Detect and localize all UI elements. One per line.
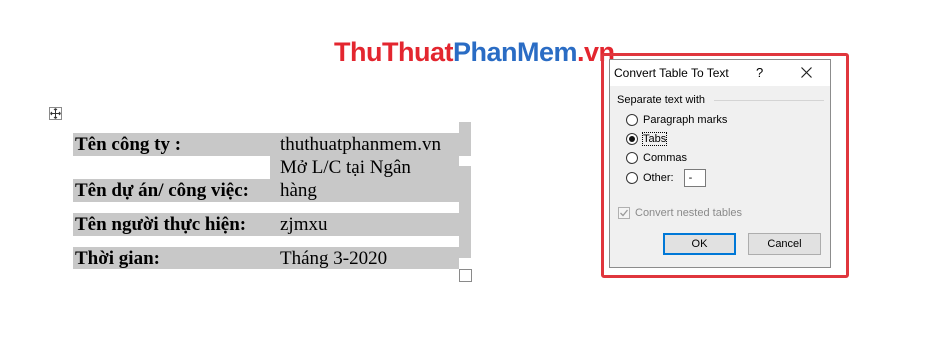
table-resize-handle[interactable] — [459, 269, 472, 282]
nested-tables-label: Convert nested tables — [635, 207, 743, 219]
radio-other[interactable] — [626, 172, 638, 184]
convert-nested-tables-row: Convert nested tables — [618, 207, 742, 219]
table-shade — [459, 166, 471, 202]
dialog-title: Convert Table To Text — [614, 66, 729, 80]
other-separator-input[interactable]: - — [683, 169, 706, 187]
option-label: Commas — [643, 152, 688, 164]
radio-paragraph-marks[interactable] — [626, 114, 638, 126]
table-move-handle-icon[interactable] — [49, 107, 62, 120]
ok-button[interactable]: OK — [663, 233, 736, 255]
cancel-button[interactable]: Cancel — [748, 233, 821, 255]
option-paragraph-marks[interactable]: Paragraph marks — [626, 112, 727, 128]
option-commas[interactable]: Commas — [626, 150, 687, 166]
table-shade — [459, 202, 471, 236]
table-cell-value: Tháng 3-2020 — [280, 248, 388, 269]
option-other[interactable]: Other: - — [626, 169, 706, 187]
close-icon[interactable] — [798, 63, 814, 81]
logo-part-phanmem: PhanMem — [452, 37, 578, 67]
table-cell-value: hàng — [280, 180, 317, 201]
option-tabs[interactable]: Tabs — [626, 131, 668, 147]
watermark-logo: ThuThuatPhanMem.vn — [334, 36, 615, 68]
group-divider — [714, 100, 824, 101]
table-cell-label: Tên dự án/ công việc: — [75, 180, 249, 201]
table-cell-value: thuthuatphanmem.vn — [280, 134, 441, 155]
help-button[interactable]: ? — [756, 65, 763, 80]
separate-text-group-label: Separate text with — [617, 94, 706, 106]
table-cell-label: Tên công ty : — [75, 134, 182, 155]
logo-part-thuthuat: ThuThuat — [334, 37, 453, 67]
table-shade — [459, 122, 471, 156]
table-cell-label: Tên người thực hiện: — [75, 214, 247, 235]
dialog-titlebar[interactable]: Convert Table To Text ? — [610, 60, 830, 86]
option-label: Tabs — [641, 132, 668, 146]
table-cell-value: zjmxu — [280, 214, 328, 235]
table-cell-value: Mở L/C tại Ngân — [280, 157, 411, 178]
radio-commas[interactable] — [626, 152, 638, 164]
table-shade — [459, 236, 471, 258]
radio-tabs[interactable] — [626, 133, 638, 145]
option-label: Paragraph marks — [643, 114, 728, 126]
option-label: Other: — [643, 172, 674, 184]
convert-table-to-text-dialog: Convert Table To Text ? Separate text wi… — [609, 59, 831, 268]
table-cell-label: Thời gian: — [75, 248, 160, 269]
nested-tables-checkbox — [618, 207, 630, 219]
